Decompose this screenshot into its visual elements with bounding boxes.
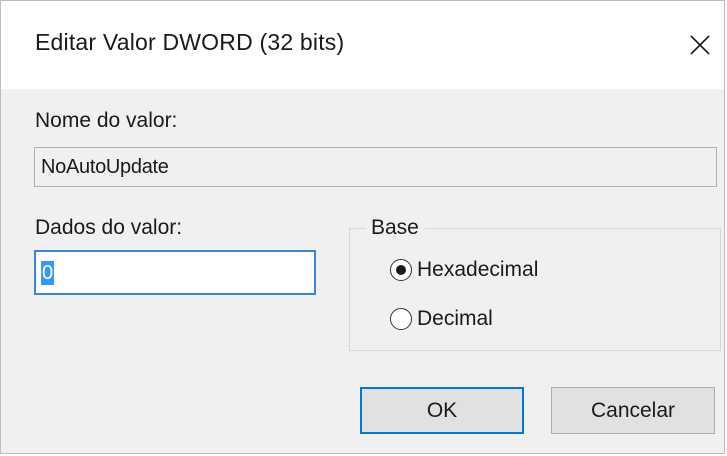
value-name-label: Nome do valor: xyxy=(35,109,178,132)
title-bar[interactable]: Editar Valor DWORD (32 bits) xyxy=(1,1,724,89)
radio-checked-icon xyxy=(390,259,412,281)
base-groupbox xyxy=(349,228,721,351)
edit-dword-dialog: Editar Valor DWORD (32 bits) Nome do val… xyxy=(0,0,725,454)
value-data-text: 0 xyxy=(41,260,55,285)
radio-hexadecimal[interactable]: Hexadecimal xyxy=(390,258,538,282)
radio-dot-icon xyxy=(396,265,406,275)
base-legend: Base xyxy=(366,216,425,240)
radio-hexadecimal-label: Hexadecimal xyxy=(417,258,539,281)
value-name-field[interactable]: NoAutoUpdate xyxy=(34,147,717,187)
radio-decimal-label: Decimal xyxy=(417,307,493,330)
close-icon xyxy=(689,34,711,56)
radio-unchecked-icon xyxy=(390,308,412,330)
close-button[interactable] xyxy=(678,23,722,67)
ok-button[interactable]: OK xyxy=(360,387,524,434)
dialog-title: Editar Valor DWORD (32 bits) xyxy=(35,29,345,55)
radio-decimal[interactable]: Decimal xyxy=(390,307,493,331)
value-data-label: Dados do valor: xyxy=(35,216,183,239)
value-data-input[interactable]: 0 xyxy=(34,250,316,295)
cancel-button[interactable]: Cancelar xyxy=(551,387,715,434)
